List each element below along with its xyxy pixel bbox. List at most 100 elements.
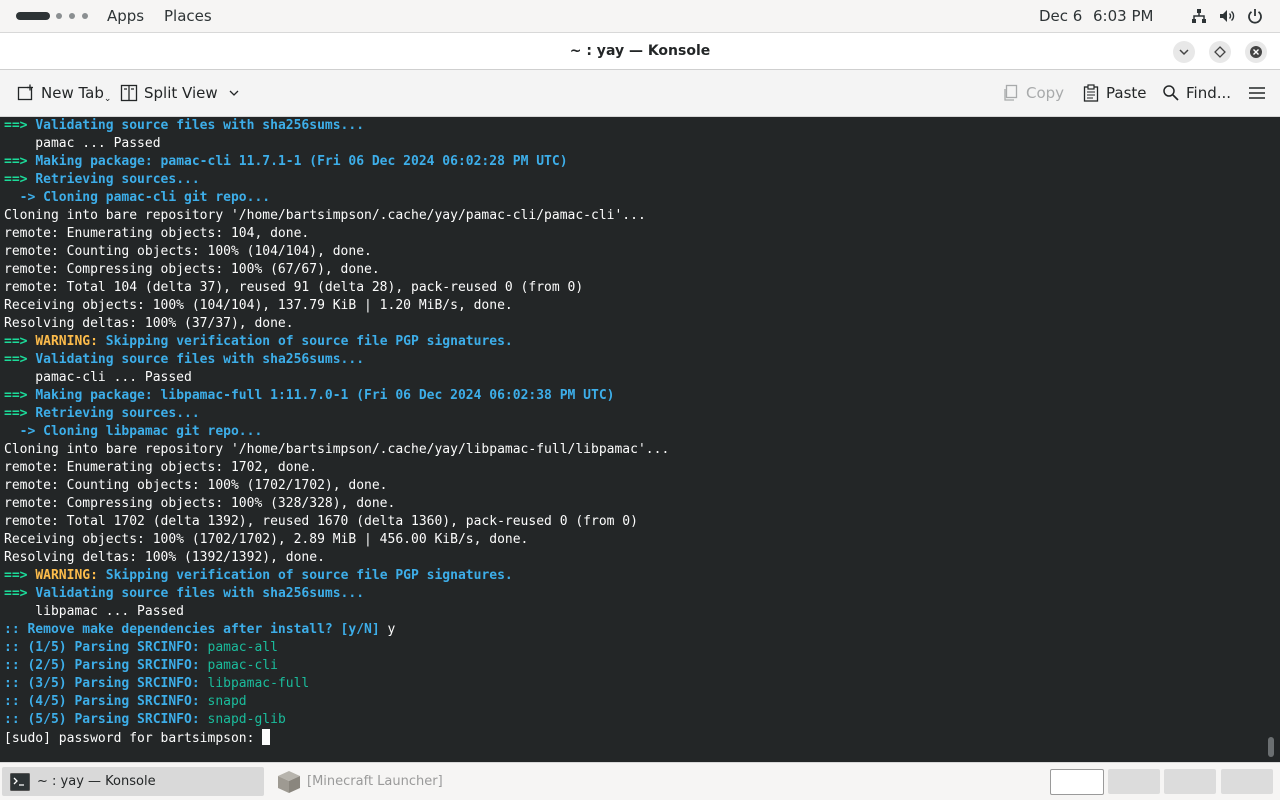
activities-icon[interactable] xyxy=(10,0,88,32)
terminal-text-segment: :: (1/5) Parsing SRCINFO: xyxy=(4,640,208,655)
terminal-line: :: (2/5) Parsing SRCINFO: pamac-cli xyxy=(4,657,669,675)
split-view-button[interactable]: Split View xyxy=(120,81,246,105)
new-tab-label: New Tab xyxy=(41,84,104,102)
workspace-3[interactable] xyxy=(1164,769,1216,794)
terminal-line: Receiving objects: 100% (1702/1702), 2.8… xyxy=(4,531,669,549)
workspace-4[interactable] xyxy=(1221,769,1273,794)
close-button[interactable] xyxy=(1245,41,1267,63)
clock-time[interactable]: 6:03 PM xyxy=(1093,7,1153,25)
terminal-text-segment: -> Cloning libpamac git repo... xyxy=(4,424,263,439)
copy-label: Copy xyxy=(1026,84,1065,102)
terminal-text-segment: libpamac-full xyxy=(207,676,310,691)
maximize-button[interactable] xyxy=(1209,41,1231,63)
terminal-text-segment: pamac ... Passed xyxy=(4,136,161,151)
terminal-line: -> Cloning libpamac git repo... xyxy=(4,423,669,441)
minimize-button[interactable] xyxy=(1173,41,1195,63)
terminal-text-segment: remote: Compressing objects: 100% (328/3… xyxy=(4,496,396,511)
terminal-text-segment: Resolving deltas: 100% (37/37), done. xyxy=(4,316,294,331)
chevron-down-icon xyxy=(1179,49,1189,56)
terminal-line: ==> Validating source files with sha256s… xyxy=(4,585,669,603)
split-view-icon xyxy=(120,84,138,102)
terminal-line: remote: Counting objects: 100% (1702/170… xyxy=(4,477,669,495)
terminal-text-segment: ==> xyxy=(4,334,36,349)
terminal-icon xyxy=(10,772,30,791)
task-minecraft-label: [Minecraft Launcher] xyxy=(307,774,443,789)
terminal-text-segment: Retrieving sources... xyxy=(35,406,200,421)
terminal-line: remote: Enumerating objects: 1702, done. xyxy=(4,459,669,477)
terminal-line: ==> WARNING: Skipping verification of so… xyxy=(4,567,669,585)
terminal-line: :: (4/5) Parsing SRCINFO: snapd xyxy=(4,693,669,711)
workspace-1[interactable] xyxy=(1050,769,1104,795)
terminal-line: Resolving deltas: 100% (37/37), done. xyxy=(4,315,669,333)
terminal-text-segment: Skipping verification of source file PGP… xyxy=(105,568,513,583)
close-icon xyxy=(1250,46,1262,58)
power-icon[interactable] xyxy=(1247,8,1263,24)
places-menu[interactable]: Places xyxy=(164,7,212,25)
terminal-text-segment: snapd-glib xyxy=(207,712,286,727)
clock-date[interactable]: Dec 6 xyxy=(1039,7,1082,25)
terminal-line: pamac ... Passed xyxy=(4,135,669,153)
new-tab-dropdown-indicator: ⌄ xyxy=(103,94,112,104)
paste-label: Paste xyxy=(1106,84,1147,102)
terminal-text-segment: ==> xyxy=(4,352,36,367)
terminal-text-segment: libpamac ... Passed xyxy=(4,604,185,619)
copy-button[interactable]: Copy xyxy=(1002,81,1064,105)
terminal-line: remote: Compressing objects: 100% (328/3… xyxy=(4,495,669,513)
terminal-line: ==> Making package: pamac-cli 11.7.1-1 (… xyxy=(4,153,669,171)
network-icon[interactable] xyxy=(1191,8,1207,24)
terminal-text-segment: :: (2/5) Parsing SRCINFO: xyxy=(4,658,208,673)
terminal-text-segment: remote: Total 104 (delta 37), reused 91 … xyxy=(4,280,584,295)
terminal-output: ==> Validating source files with sha256s… xyxy=(4,117,669,747)
terminal-text-segment: ==> xyxy=(4,586,36,601)
terminal-text-segment: ==> xyxy=(4,172,36,187)
terminal-line: ==> Validating source files with sha256s… xyxy=(4,351,669,369)
find-button[interactable]: Find... xyxy=(1162,81,1231,105)
terminal-text-segment: Validating source files with sha256sums.… xyxy=(35,586,365,601)
top-bar: Apps Places Dec 6 6:03 PM xyxy=(0,0,1280,32)
window-title: ~ : yay — Konsole xyxy=(569,43,711,59)
terminal-text-segment: [sudo] password for bartsimpson: xyxy=(4,731,263,746)
terminal-text-segment: remote: Counting objects: 100% (104/104)… xyxy=(4,244,372,259)
terminal-text-segment: Making package: libpamac-full 1:11.7.0-1… xyxy=(35,388,615,403)
terminal-text-segment: ==> xyxy=(4,568,36,583)
terminal-line: remote: Total 1702 (delta 1392), reused … xyxy=(4,513,669,531)
split-view-label: Split View xyxy=(144,84,218,102)
terminal-text-segment: WARNING: xyxy=(35,334,106,349)
minecraft-icon xyxy=(278,770,300,793)
new-tab-button[interactable]: New Tab ⌄ xyxy=(17,81,111,105)
terminal-line: :: Remove make dependencies after instal… xyxy=(4,621,669,639)
terminal-text-segment: remote: Enumerating objects: 104, done. xyxy=(4,226,310,241)
terminal-line: -> Cloning pamac-cli git repo... xyxy=(4,189,669,207)
paste-icon xyxy=(1083,84,1099,102)
terminal-line: remote: Total 104 (delta 37), reused 91 … xyxy=(4,279,669,297)
task-minecraft-launcher[interactable]: [Minecraft Launcher] xyxy=(272,767,472,796)
terminal-line: ==> Validating source files with sha256s… xyxy=(4,117,669,135)
terminal-text-segment: Cloning into bare repository '/home/bart… xyxy=(4,208,646,223)
terminal-cursor xyxy=(262,729,271,745)
terminal-view[interactable]: ==> Validating source files with sha256s… xyxy=(0,117,1280,762)
terminal-line: remote: Counting objects: 100% (104/104)… xyxy=(4,243,669,261)
hamburger-menu-icon xyxy=(1249,87,1265,99)
terminal-text-segment: :: (5/5) Parsing SRCINFO: xyxy=(4,712,208,727)
terminal-text-segment: remote: Counting objects: 100% (1702/170… xyxy=(4,478,388,493)
terminal-text-segment: Validating source files with sha256sums.… xyxy=(35,352,365,367)
main-menu-button[interactable] xyxy=(1248,81,1272,105)
terminal-text-segment: ==> xyxy=(4,118,36,133)
paste-button[interactable]: Paste xyxy=(1082,81,1147,105)
window-titlebar[interactable]: ~ : yay — Konsole xyxy=(0,32,1280,70)
volume-icon[interactable] xyxy=(1219,8,1235,24)
chevron-down-icon xyxy=(229,90,239,96)
terminal-text-segment: ==> xyxy=(4,388,36,403)
terminal-line: pamac-cli ... Passed xyxy=(4,369,669,387)
terminal-scrollbar[interactable] xyxy=(1268,737,1274,757)
terminal-text-segment: Cloning into bare repository '/home/bart… xyxy=(4,442,670,457)
terminal-line: ==> Making package: libpamac-full 1:11.7… xyxy=(4,387,669,405)
apps-menu[interactable]: Apps xyxy=(107,7,144,25)
terminal-line: remote: Compressing objects: 100% (67/67… xyxy=(4,261,669,279)
task-konsole[interactable]: ~ : yay — Konsole xyxy=(2,767,264,796)
bottom-taskbar: ~ : yay — Konsole [Minecraft Launcher] xyxy=(0,762,1280,800)
terminal-line: Receiving objects: 100% (104/104), 137.7… xyxy=(4,297,669,315)
new-tab-icon xyxy=(17,84,33,101)
terminal-line: libpamac ... Passed xyxy=(4,603,669,621)
workspace-2[interactable] xyxy=(1108,769,1160,794)
